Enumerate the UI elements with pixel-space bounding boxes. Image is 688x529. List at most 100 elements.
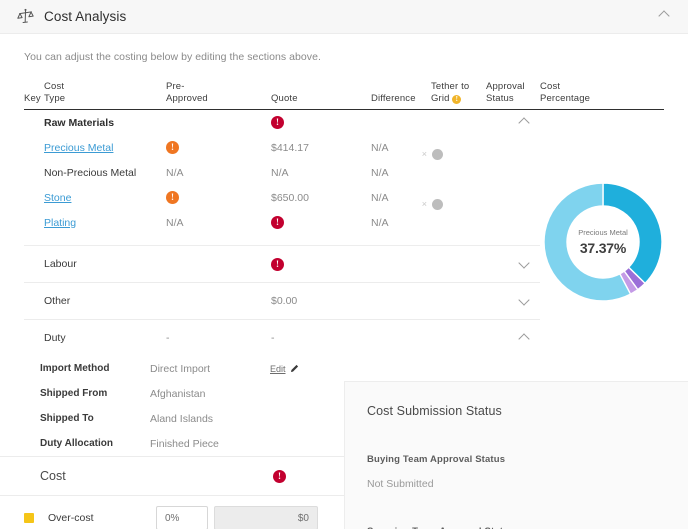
row-quote: !	[271, 116, 371, 129]
row-cost-type-label[interactable]: Plating	[44, 217, 166, 229]
chevron-down-icon	[519, 259, 530, 270]
row-difference: N/A	[371, 166, 389, 179]
row-quote: $414.17	[271, 141, 309, 154]
column-header-quote: Quote	[271, 93, 371, 105]
buying-team-approval-value: Not Submitted	[367, 478, 434, 490]
section-quote: $0.00	[271, 295, 298, 307]
column-header-quote-line1: Quote	[271, 92, 298, 104]
table-header-row: Key Cost Type Pre- Approved Quote Differ…	[24, 63, 540, 110]
table-region: Cost Percentage Key Cost Type Pre- Appro…	[0, 63, 688, 529]
error-icon[interactable]: !	[271, 116, 284, 129]
error-icon[interactable]: !	[271, 257, 284, 271]
column-header-tether-text: Grid	[431, 92, 450, 104]
cost-percentage-donut-chart: Precious Metal 37.37%	[540, 179, 666, 305]
column-header-approval-line2: Status	[486, 92, 514, 104]
row-pre-approved: N/A	[166, 216, 184, 229]
balance-scale-icon	[17, 8, 34, 24]
section-expand-button[interactable]	[486, 333, 536, 344]
intro-text: You can adjust the costing below by edit…	[24, 51, 321, 63]
collapse-panel-button[interactable]	[655, 6, 674, 28]
table-row: Stone! $650.00 N/A ×	[24, 185, 540, 210]
cost-section-row[interactable]: Duty - -	[0, 320, 688, 356]
toggle-knob	[432, 148, 443, 160]
row-pre-approved: N/A	[166, 166, 184, 179]
edit-import-method-link[interactable]: Edit	[270, 364, 286, 374]
row-difference: N/A	[371, 216, 389, 229]
section-quote: -	[271, 332, 275, 344]
column-header-tether-line1: Tether to	[431, 81, 470, 92]
column-header-cost-type: Cost Type	[44, 81, 166, 104]
section-pre-approved: -	[166, 332, 170, 344]
cost-percentage-header-line2: Percentage	[540, 92, 591, 104]
over-cost-percent-input[interactable]	[156, 506, 208, 529]
column-header-approval-status: Approval Status	[486, 81, 536, 104]
column-header-pre-approved-line1: Pre-	[166, 81, 185, 92]
cost-section-row[interactable]: Labour!	[0, 246, 540, 282]
section-approval	[486, 296, 536, 307]
duty-detail-value: Afghanistan	[150, 387, 206, 400]
cost-submission-status-panel: Cost Submission Status Buying Team Appro…	[344, 381, 688, 529]
duty-detail-value: Aland Islands	[150, 412, 214, 425]
column-header-tether-to-grid: Tether to Grid !	[431, 81, 486, 104]
column-header-key-line1: Key	[24, 92, 41, 104]
error-icon[interactable]: !	[273, 469, 286, 483]
warning-icon[interactable]: !	[166, 191, 179, 204]
section-approval	[486, 259, 536, 270]
duty-detail-label: Shipped To	[40, 413, 94, 424]
chevron-up-icon	[519, 117, 530, 128]
row-collapse-button[interactable]	[486, 117, 536, 128]
section-expand-button[interactable]	[486, 296, 536, 307]
section-label: Duty	[44, 332, 66, 344]
over-cost-row: Over-cost	[0, 496, 344, 529]
chevron-down-icon	[519, 296, 530, 307]
table-row: Non-Precious Metal N/A N/A N/A	[24, 160, 540, 185]
column-header-pre-approved: Pre- Approved	[166, 81, 271, 104]
chevron-up-icon	[519, 333, 530, 344]
table-row: Plating N/A! N/A	[24, 210, 540, 235]
over-cost-color-swatch	[24, 513, 34, 523]
toggle-off-glyph: ×	[421, 198, 427, 209]
row-approval-status	[486, 117, 536, 128]
row-cost-type-label[interactable]: Stone	[44, 192, 166, 204]
duty-detail-label: Import Method	[40, 363, 110, 374]
column-header-cost-type-line2: Type	[44, 92, 66, 104]
row-quote: N/A	[271, 166, 289, 179]
pencil-icon[interactable]	[290, 364, 299, 373]
section-label: Labour	[44, 258, 77, 270]
column-header-difference-line1: Difference	[371, 92, 416, 104]
donut-center-label: Precious Metal 37.37%	[570, 228, 636, 256]
section-approval	[486, 333, 536, 344]
row-cost-type-label: Non-Precious Metal	[44, 166, 137, 179]
column-header-cost-type-line1: Cost	[44, 81, 65, 92]
column-header-pre-approved-line2: Approved	[166, 92, 208, 104]
table-row: Precious Metal! $414.17 N/A ×	[24, 135, 540, 160]
error-icon[interactable]: !	[271, 216, 284, 229]
column-header-key: Key	[24, 93, 44, 105]
column-header-difference: Difference	[371, 93, 431, 105]
table-row: Raw Materials!	[24, 110, 540, 135]
cost-percentage-header: Cost Percentage	[540, 81, 664, 110]
warning-icon[interactable]: !	[166, 141, 179, 154]
panel-header: Cost Analysis	[0, 0, 688, 34]
section-expand-button[interactable]	[486, 259, 536, 270]
cost-subsection-title: Cost	[40, 469, 66, 483]
row-quote: $650.00	[271, 191, 309, 204]
cost-percentage-header-line1: Cost	[540, 81, 561, 92]
cost-section-row[interactable]: Other $0.00	[0, 283, 540, 319]
duty-detail-label: Duty Allocation	[40, 438, 113, 449]
duty-detail-value: Finished Piece	[150, 437, 219, 450]
column-header-tether-line2: Grid !	[431, 93, 486, 105]
toggle-knob	[432, 198, 443, 210]
row-pre-approved: !	[166, 141, 271, 154]
status-panel-title: Cost Submission Status	[367, 404, 502, 418]
column-header-approval-line1: Approval	[486, 81, 525, 92]
donut-category-name: Precious Metal	[578, 228, 628, 237]
row-pre-approved: !	[166, 191, 271, 204]
duty-detail-action: Edit	[270, 363, 688, 375]
page-title: Cost Analysis	[44, 9, 127, 24]
over-cost-label: Over-cost	[48, 512, 94, 524]
row-cost-type-label[interactable]: Precious Metal	[44, 142, 166, 154]
info-icon[interactable]: !	[452, 94, 462, 104]
duty-detail-row: Import Method Direct Import Edit	[24, 356, 688, 381]
over-cost-amount-field	[214, 506, 318, 529]
